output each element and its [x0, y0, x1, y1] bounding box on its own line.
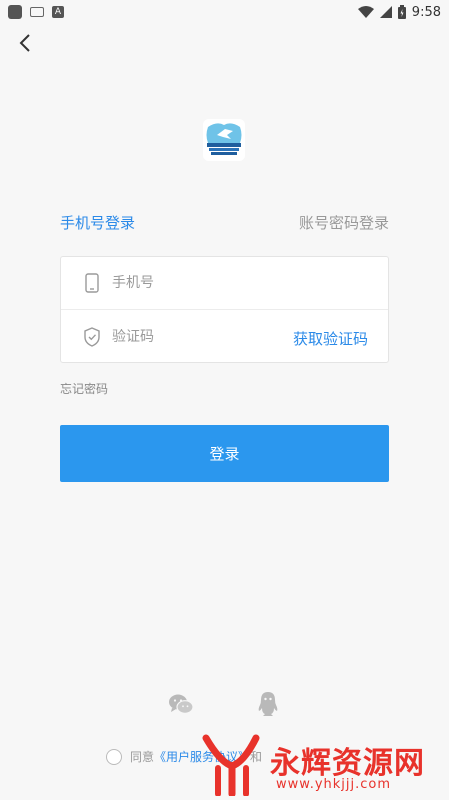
- chevron-left-icon: [19, 34, 30, 52]
- status-right: 9:58: [357, 4, 441, 20]
- shield-icon: [81, 326, 103, 348]
- app-logo: [203, 119, 245, 161]
- status-bar: A 9:58: [0, 0, 449, 24]
- battery-icon: [397, 5, 406, 19]
- wechat-icon: [169, 694, 194, 714]
- agreement-checkbox[interactable]: [106, 748, 122, 765]
- qq-icon: [258, 692, 278, 716]
- signal-icon: [379, 6, 392, 18]
- app-icon: [8, 5, 22, 19]
- login-form: 获取验证码: [60, 256, 389, 363]
- agreement-prefix: 同意: [130, 750, 155, 764]
- phone-input[interactable]: [112, 275, 282, 291]
- wechat-login-button[interactable]: [167, 690, 195, 718]
- phone-field: [61, 257, 388, 310]
- forgot-password-link[interactable]: 忘记密码: [60, 380, 108, 397]
- status-left: A: [8, 5, 64, 19]
- qq-login-button[interactable]: [254, 690, 282, 718]
- watermark-url: www.yhkjjj.com: [276, 777, 392, 792]
- phone-icon: [81, 272, 103, 294]
- wifi-icon: [357, 6, 374, 18]
- login-screen: A 9:58 手机号登录 账号密码登录 手机号 验证码 获取验证码 忘记密码 登…: [0, 0, 449, 800]
- back-button[interactable]: [12, 30, 38, 56]
- watermark: 永辉资源网 www.yhkjjj.com: [198, 732, 448, 798]
- a-icon: A: [52, 6, 64, 18]
- watermark-text: 永辉资源网: [270, 746, 425, 781]
- logo-image: [203, 119, 245, 161]
- code-input[interactable]: [112, 328, 282, 345]
- watermark-logo: [202, 734, 260, 796]
- status-time: 9:58: [411, 4, 441, 20]
- tab-account-login[interactable]: 账号密码登录: [299, 212, 389, 233]
- keyboard-icon: [30, 7, 44, 17]
- login-button[interactable]: 登录: [60, 425, 389, 482]
- code-field: 获取验证码: [61, 310, 388, 363]
- tab-phone-login[interactable]: 手机号登录: [60, 212, 135, 233]
- get-code-button[interactable]: 获取验证码: [293, 328, 368, 349]
